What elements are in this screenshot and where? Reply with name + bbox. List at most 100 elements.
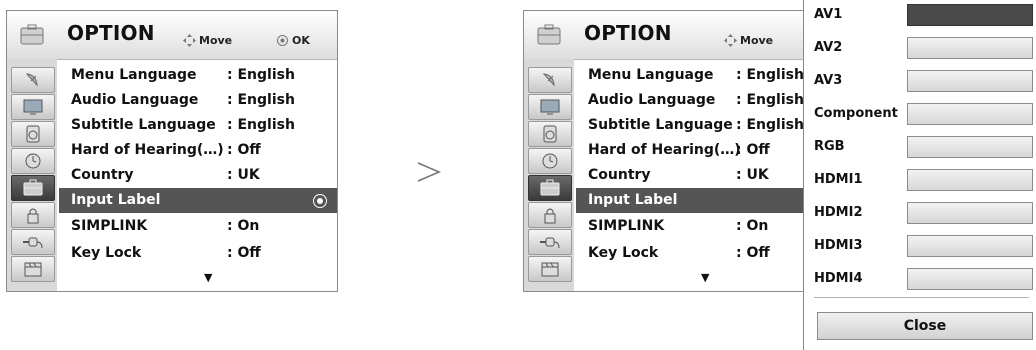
category-sidebar [524,59,574,291]
item-label: Subtitle Language [71,117,216,133]
item-value: : English [736,67,804,83]
item-label: Audio Language [71,92,199,108]
radio-selected-icon [313,194,327,208]
menu-title: OPTION [584,21,672,45]
scroll-down-icon[interactable]: ▼ [701,271,709,284]
list-item[interactable]: Key Lock : Off [59,241,337,266]
list-item-selected[interactable]: Input Label [59,188,337,213]
label-field[interactable] [907,70,1033,92]
input-name: Component [814,106,898,121]
item-value: : English [736,92,804,108]
satellite-dish-icon[interactable] [528,67,572,93]
move-hint-label: Move [199,34,233,47]
label-field[interactable] [907,37,1033,59]
item-value: : English [227,92,295,108]
settings-list: Menu Language : English Audio Language : E… [59,61,337,291]
usb-film-icon[interactable] [528,256,572,282]
item-value: : On [736,218,769,234]
item-label: SIMPLINK [588,218,665,234]
label-field[interactable] [907,202,1033,224]
list-item[interactable]: Audio Language : English [59,88,337,113]
divider [814,297,1029,298]
input-label-popup: AV1 AV2 AV3 Component RGB HDMI1 HDMI2 HD… [803,0,1036,350]
lock-icon[interactable] [528,202,572,228]
item-label: Key Lock [71,245,142,261]
option-icon [524,11,574,59]
clock-icon[interactable] [528,148,572,174]
menu-header: OPTION Move OK [7,11,337,60]
satellite-dish-icon[interactable] [11,67,55,93]
label-field[interactable] [907,4,1033,26]
input-name: RGB [814,139,845,154]
item-value: : UK [227,167,260,183]
item-value: : On [227,218,260,234]
item-value: : Off [227,245,261,261]
category-sidebar [7,59,57,291]
list-item[interactable]: Hard of Hearing(…): Off [59,138,337,163]
ok-hint: OK [276,34,310,47]
option-menu-panel-left: OPTION Move OK Menu Language : English Au… [6,10,338,292]
item-value: : UK [736,167,769,183]
list-item[interactable]: Country : UK [59,163,337,188]
input-label-row-rgb[interactable]: RGB [804,132,1036,162]
item-value: : Off [736,142,770,158]
ok-button-icon [276,34,289,47]
speaker-icon[interactable] [528,121,572,147]
option-icon[interactable] [528,175,572,201]
item-label: Country [71,167,134,183]
label-field[interactable] [907,268,1033,290]
item-label: Subtitle Language [588,117,733,133]
input-name: HDMI4 [814,271,863,286]
input-plug-icon[interactable] [528,229,572,255]
list-item[interactable]: SIMPLINK : On [59,214,337,239]
item-label: Menu Language [588,67,714,83]
input-plug-icon[interactable] [11,229,55,255]
item-label: Audio Language [588,92,716,108]
item-value: : English [227,67,295,83]
item-value: : Off [736,245,770,261]
close-button[interactable]: Close [817,312,1033,340]
input-name: AV1 [814,7,843,22]
input-label-row-hdmi1[interactable]: HDMI1 [804,165,1036,195]
input-label-row-component[interactable]: Component [804,99,1036,129]
input-label-row-hdmi4[interactable]: HDMI4 [804,264,1036,294]
item-label: Hard of Hearing(…) [71,142,224,158]
label-field[interactable] [907,169,1033,191]
usb-film-icon[interactable] [11,256,55,282]
move-hint: Move [183,34,232,47]
input-label-row-av3[interactable]: AV3 [804,66,1036,96]
item-label: Menu Language [71,67,197,83]
input-label-row-hdmi3[interactable]: HDMI3 [804,231,1036,261]
input-name: HDMI3 [814,238,863,253]
tv-screen-icon[interactable] [11,94,55,120]
label-field[interactable] [907,235,1033,257]
item-value: : English [227,117,295,133]
clock-icon[interactable] [11,148,55,174]
item-label: Country [588,167,651,183]
list-item[interactable]: Menu Language : English [59,63,337,88]
input-name: AV2 [814,40,843,55]
tv-screen-icon[interactable] [528,94,572,120]
move-hint: Move [724,34,773,47]
label-field[interactable] [907,103,1033,125]
input-name: HDMI2 [814,205,863,220]
label-field[interactable] [907,136,1033,158]
move-arrows-icon [724,34,737,47]
list-item[interactable]: Subtitle Language : English [59,113,337,138]
input-label-row-av2[interactable]: AV2 [804,33,1036,63]
item-label: Hard of Hearing(…) [588,142,741,158]
input-label-row-av1[interactable]: AV1 [804,0,1036,30]
item-label: SIMPLINK [71,218,148,234]
input-label-row-hdmi2[interactable]: HDMI2 [804,198,1036,228]
next-step-arrow-icon [415,158,443,190]
move-arrows-icon [183,34,196,47]
option-icon[interactable] [11,175,55,201]
ok-hint-label: OK [292,34,310,47]
item-label: Key Lock [588,245,659,261]
speaker-icon[interactable] [11,121,55,147]
option-icon [7,11,57,59]
menu-title: OPTION [67,21,155,45]
input-name: HDMI1 [814,172,863,187]
scroll-down-icon[interactable]: ▼ [204,271,212,284]
lock-icon[interactable] [11,202,55,228]
